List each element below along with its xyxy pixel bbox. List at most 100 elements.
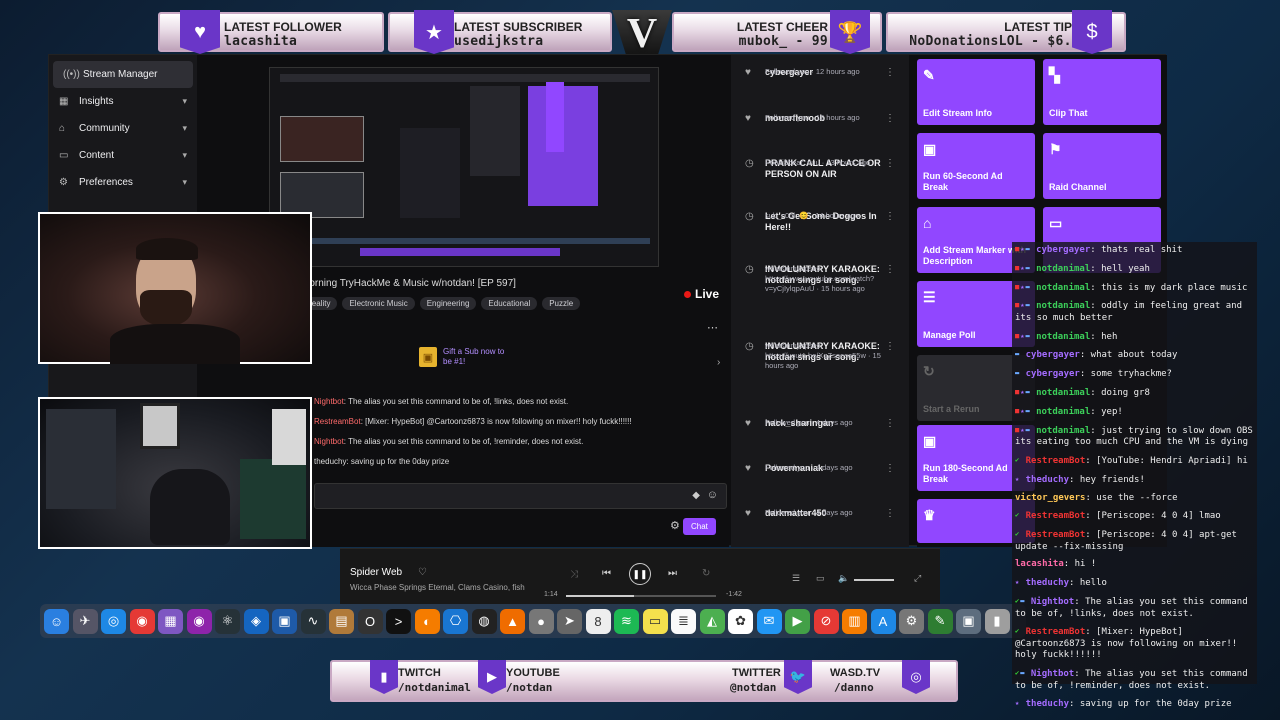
document-icon[interactable]: ≣ — [671, 608, 696, 634]
no-entry-icon[interactable]: ⊘ — [813, 608, 839, 634]
virtualbox-icon[interactable]: ▣ — [272, 608, 297, 634]
obs-icon[interactable]: O — [357, 608, 383, 634]
tag[interactable]: Engineering — [419, 297, 477, 310]
more-options-icon[interactable]: ⋮ — [885, 113, 895, 124]
safari-icon[interactable]: ◎ — [101, 608, 126, 634]
chat-send-button[interactable]: Chat — [683, 518, 716, 535]
social-title: TWITTER — [732, 667, 781, 679]
more-options-icon[interactable]: ⋮ — [885, 67, 895, 78]
volume-icon[interactable]: 🔈 — [838, 573, 849, 584]
overlay-chat-message: ✔ RestreamBot: [Mixer: HypeBot] @Cartoon… — [1015, 627, 1238, 661]
chat-username: notdanimal — [1036, 331, 1091, 342]
archive-icon[interactable]: ▣ — [956, 608, 981, 634]
spotify-icon[interactable]: ≋ — [614, 608, 639, 634]
track-artists[interactable]: Wicca Phase Springs Eternal, Clams Casin… — [350, 583, 525, 592]
sourcetree-icon[interactable]: ⎔ — [443, 608, 468, 634]
atom-icon[interactable]: ⚛ — [215, 608, 240, 634]
sidebar-item-stream-manager[interactable]: ((•)) Stream Manager — [53, 61, 193, 88]
messages-icon[interactable]: ✉ — [756, 608, 782, 634]
chat-username: notdanimal — [1036, 425, 1091, 436]
edit-stream-info-button[interactable]: ✎ Edit Stream Info — [917, 59, 1035, 125]
queue-icon[interactable]: ☰ — [792, 573, 800, 584]
calendar-icon[interactable]: 8 — [585, 608, 611, 634]
facetime-icon[interactable]: ▶ — [785, 608, 810, 634]
tag[interactable]: Puzzle — [542, 297, 581, 310]
more-options-icon[interactable]: ⋮ — [885, 264, 895, 275]
chat-user[interactable]: Nightbot — [314, 397, 344, 406]
books-icon[interactable]: ▥ — [842, 608, 867, 634]
more-options-icon[interactable]: ⋯ — [707, 321, 718, 334]
more-options-icon[interactable]: ⋮ — [885, 341, 895, 352]
previous-icon[interactable]: ⏮ — [602, 568, 611, 579]
notes-icon[interactable]: ▤ — [329, 608, 354, 634]
more-options-icon[interactable]: ⋮ — [885, 508, 895, 519]
chat-username: notdanimal — [1036, 301, 1091, 312]
photos-icon[interactable]: ▦ — [158, 608, 183, 634]
pen-icon[interactable]: ✎ — [927, 608, 953, 634]
pause-icon[interactable]: ❚❚ — [629, 563, 651, 585]
fullscreen-icon[interactable]: ⤢ — [914, 573, 921, 584]
vlc-icon[interactable]: ▲ — [500, 608, 525, 634]
tag[interactable]: Educational — [481, 297, 538, 310]
overlay-chat-message: ✔▬ Nightbot: The alias you set this comm… — [1015, 669, 1248, 691]
paper-plane-icon[interactable]: ➤ — [557, 608, 582, 634]
podcast-icon[interactable]: ◉ — [186, 608, 212, 634]
chrome-icon[interactable]: ◉ — [129, 608, 155, 634]
chat-badges-icon: ▬ — [1015, 369, 1021, 378]
devices-icon[interactable]: ▭ — [816, 573, 825, 584]
stickies-icon[interactable]: ▭ — [642, 608, 668, 634]
raid-channel-button[interactable]: ⚑ Raid Channel — [1043, 133, 1161, 199]
sidebar-item-insights[interactable]: ▦ Insights ▾ — [49, 88, 197, 115]
tag[interactable]: Electronic Music — [342, 297, 415, 310]
chat-text: doing gr8 — [1101, 388, 1150, 399]
chat-badges-icon: ■★▬ — [1015, 245, 1031, 253]
more-options-icon[interactable]: ⋮ — [885, 463, 895, 474]
obs-studio-icon[interactable]: ◍ — [471, 608, 497, 634]
finder-icon[interactable]: ☺ — [44, 608, 69, 634]
sidebar-item-content[interactable]: ▭ Content ▾ — [49, 142, 197, 169]
chat-badges-icon: ▬ — [1015, 350, 1021, 359]
sidebar-item-preferences[interactable]: ⚙ Preferences ▾ — [49, 169, 197, 196]
clip-that-button[interactable]: ▚ Clip That — [1043, 59, 1161, 125]
code-icon[interactable]: ◈ — [243, 608, 269, 634]
system-preferences-icon[interactable]: ⚙ — [899, 608, 924, 634]
activity-monitor-icon[interactable]: ∿ — [300, 608, 326, 634]
ball-icon[interactable]: ● — [528, 608, 554, 634]
photos-app-icon[interactable]: ✿ — [728, 608, 753, 634]
chat-input[interactable]: ◆ ☺ — [314, 483, 727, 509]
launchpad-icon[interactable]: ✈ — [72, 608, 98, 634]
stream-preview[interactable] — [269, 67, 659, 267]
chat-user[interactable]: theduchy — [314, 457, 346, 466]
shuffle-icon[interactable]: ⤨ — [570, 569, 578, 580]
terminal-icon[interactable]: > — [386, 608, 411, 634]
chat-user[interactable]: Nightbot — [314, 437, 344, 446]
chat-username: notdanimal — [1036, 282, 1091, 293]
repeat-icon[interactable]: ↻ — [702, 568, 710, 579]
bits-icon[interactable]: ◆ — [692, 490, 700, 501]
track-title[interactable]: Spider Web — [350, 567, 402, 578]
chevron-down-icon: ▾ — [182, 123, 187, 133]
run-60-second-ad-button[interactable]: ▣ Run 60-Second Ad Break — [917, 133, 1035, 199]
chat-user[interactable]: RestreamBot — [314, 417, 361, 426]
heart-icon[interactable]: ♡ — [418, 567, 427, 578]
chat-text: : The alias you set this command to be o… — [343, 397, 569, 406]
more-options-icon[interactable]: ⋮ — [885, 211, 895, 222]
app-store-icon[interactable]: A — [870, 608, 896, 634]
emote-icon[interactable]: ☺ — [707, 489, 718, 501]
gift-sub-banner[interactable]: ▣ Gift a Sub now to be #1! — [419, 347, 513, 367]
more-options-icon[interactable]: ⋮ — [885, 158, 895, 169]
chat-settings-gear-icon[interactable]: ⚙ — [670, 519, 680, 532]
chat-badges-icon: ■★▬ — [1015, 263, 1031, 272]
content-icon: ▭ — [59, 150, 69, 161]
chat-text: some tryhackme? — [1090, 369, 1172, 380]
firefox-icon[interactable]: ◐ — [414, 608, 440, 634]
trash-icon[interactable]: ▮ — [984, 608, 1010, 634]
progress-bar[interactable] — [566, 595, 716, 597]
more-options-icon[interactable]: ⋮ — [885, 418, 895, 429]
maps-icon[interactable]: ◭ — [699, 608, 725, 634]
next-icon[interactable]: ⏭ — [668, 568, 677, 579]
chevron-right-icon[interactable]: › — [717, 357, 720, 368]
overlay-chat-message: ■★▬ notdanimal: yep! — [1015, 406, 1123, 417]
sidebar-item-community[interactable]: ⌂ Community ▾ — [49, 115, 197, 142]
volume-slider[interactable] — [854, 579, 894, 581]
